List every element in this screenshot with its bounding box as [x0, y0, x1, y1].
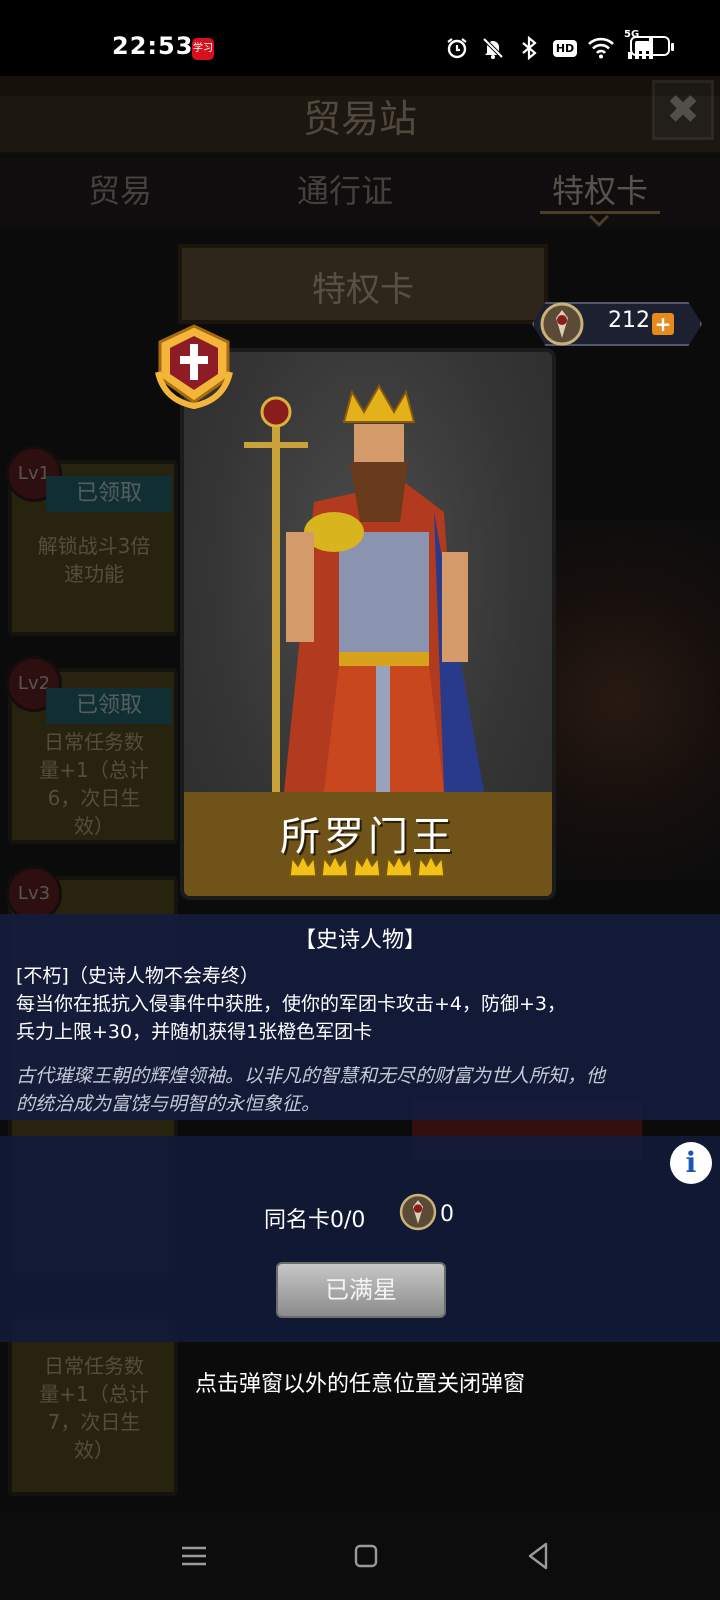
crown-star-icon [321, 854, 349, 877]
lore-line: 的统治成为富饶与明智的永恒象征。 [16, 1093, 321, 1115]
app-notification-icon: 学习 [192, 38, 214, 60]
epic-rank-badge-icon [155, 324, 233, 410]
king-portrait-image [244, 383, 484, 792]
card-rarity: 【史诗人物】 [293, 928, 426, 953]
add-currency-button[interactable]: + [652, 313, 674, 335]
character-card: 所罗门王 [180, 348, 556, 900]
background-character-art [550, 520, 720, 880]
battery-icon [630, 36, 674, 56]
close-hint: 点击弹窗以外的任意位置关闭弹窗 [194, 1372, 525, 1397]
tab-pass[interactable]: 通行证 [245, 166, 445, 212]
lore-line: 古代璀璨王朝的辉煌领袖。以非凡的智慧和无尽的财富为世人所知，他 [16, 1065, 606, 1087]
level-desc-line: 6，次日生 [47, 786, 141, 810]
level-desc-line: 效） [74, 814, 114, 838]
menu-icon[interactable] [176, 1538, 212, 1574]
level-desc-line: 日常任务数 [44, 730, 144, 754]
level-desc-line: 量+1（总计 [39, 758, 149, 782]
claimed-badge: 已领取 [46, 688, 172, 724]
ability-line: 兵力上限+30，并随机获得1张橙色军团卡 [16, 1021, 373, 1043]
close-button[interactable]: ✖ [652, 80, 714, 140]
duplicate-count: 0 [440, 1202, 454, 1227]
crown-star-icon [417, 854, 445, 877]
mute-icon [480, 35, 506, 61]
emblem-icon [399, 1193, 437, 1231]
hd-icon: HD [552, 35, 578, 61]
level-desc-line: 效） [74, 1438, 114, 1462]
home-icon[interactable] [348, 1538, 384, 1574]
star-rating [288, 852, 448, 882]
tab-trade[interactable]: 贸易 [20, 166, 220, 212]
claimed-badge: 已领取 [46, 476, 172, 512]
level-desc-line: 解锁战斗3倍 [37, 534, 151, 558]
bluetooth-icon [516, 35, 542, 61]
level-desc-line: 7，次日生 [47, 1410, 141, 1434]
info-icon[interactable]: i [670, 1142, 712, 1184]
status-icons: HD 5G [444, 29, 658, 62]
emblem-icon [540, 302, 584, 346]
crown-star-icon [289, 854, 317, 877]
ability-line: [不朽]（史诗人物不会寿终） [16, 965, 259, 987]
ability-line: 每当你在抵抗入侵事件中获胜，使你的军团卡攻击+4，防御+3， [16, 993, 567, 1015]
back-icon[interactable] [520, 1538, 556, 1574]
crown-star-icon [385, 854, 413, 877]
page-title: 贸易站 [302, 97, 417, 141]
section-banner-title: 特权卡 [312, 270, 414, 310]
alarm-icon [444, 35, 470, 61]
close-icon: ✖ [666, 87, 700, 133]
duplicate-card-label: 同名卡0/0 [264, 1208, 366, 1233]
status-time: 22:53 [112, 32, 194, 60]
level-desc-line: 速功能 [64, 562, 124, 586]
wifi-icon [588, 35, 614, 61]
tab-privilege-card[interactable]: 特权卡 [500, 166, 700, 212]
max-star-button[interactable]: 已满星 [276, 1262, 446, 1318]
crown-star-icon [353, 854, 381, 877]
currency-amount: 212 [608, 308, 650, 333]
